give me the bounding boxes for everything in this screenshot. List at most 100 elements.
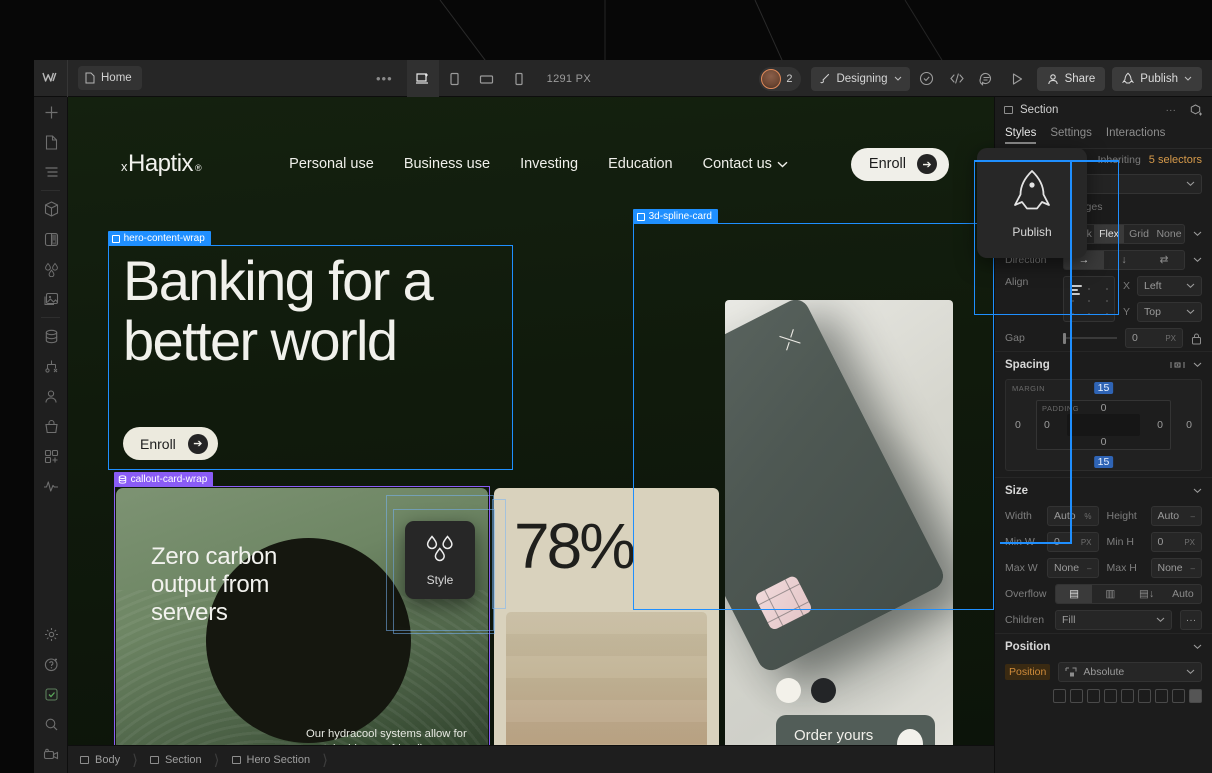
comments-icon[interactable] [974, 66, 1000, 92]
hero-enroll-button[interactable]: Enroll ➔ [123, 427, 218, 460]
tab-interactions[interactable]: Interactions [1106, 127, 1165, 144]
collaborators[interactable]: 2 [759, 66, 802, 91]
gap-input[interactable]: 0 PX [1125, 328, 1183, 348]
cms-icon[interactable] [34, 321, 68, 351]
overflow-scroll-icon[interactable]: ▤↓ [1129, 585, 1165, 603]
more-breakpoints-icon[interactable]: ••• [362, 71, 407, 86]
anchor-full-icon[interactable] [1189, 689, 1202, 703]
nav-link-business-use[interactable]: Business use [404, 156, 490, 172]
ecommerce-icon[interactable] [34, 411, 68, 441]
width-input[interactable]: Auto % [1047, 506, 1099, 526]
spacing-mode-icon[interactable] [1170, 360, 1185, 370]
max-width-input[interactable]: None – [1047, 558, 1099, 578]
create-component-icon[interactable] [1190, 104, 1203, 116]
add-elements-icon[interactable] [34, 97, 68, 127]
code-icon[interactable] [944, 66, 970, 92]
settings-icon[interactable] [34, 619, 68, 649]
position-section-header[interactable]: Position [995, 633, 1212, 659]
style-drag-ghost[interactable]: Style [405, 521, 475, 599]
anchor-bottom-left-icon[interactable] [1087, 689, 1100, 703]
overflow-segmented-control[interactable]: ▤ ▥ ▤↓ Auto [1055, 584, 1202, 604]
beige-stat-card[interactable]: 78% Approval rate for new applicants [494, 488, 719, 756]
margin-right-value[interactable]: 0 [1186, 419, 1192, 431]
tab-styles[interactable]: Styles [1005, 127, 1036, 144]
anchor-bottom-icon[interactable] [1155, 689, 1168, 703]
margin-top-value[interactable]: 15 [1093, 382, 1114, 394]
swatch-dark[interactable] [811, 678, 836, 703]
mobile-portrait-breakpoint[interactable] [503, 60, 535, 97]
display-option-grid[interactable]: Grid [1124, 225, 1154, 243]
size-section-header[interactable]: Size [995, 477, 1212, 503]
gap-slider-track[interactable] [1066, 337, 1117, 339]
nav-link-personal-use[interactable]: Personal use [289, 156, 374, 172]
components-icon[interactable] [34, 194, 68, 224]
margin-bottom-value[interactable]: 15 [1093, 456, 1114, 468]
apps-icon[interactable] [34, 441, 68, 471]
navigator-icon[interactable] [34, 157, 68, 187]
min-width-input[interactable]: 0 PX [1047, 532, 1099, 552]
chevron-down-icon[interactable] [1193, 488, 1202, 494]
design-canvas[interactable]: x Haptix ® Personal use Business use Inves… [68, 97, 994, 756]
height-input[interactable]: Auto – [1150, 506, 1202, 526]
webflow-logo-icon[interactable] [34, 60, 68, 97]
nav-link-education[interactable]: Education [608, 156, 673, 172]
mode-selector[interactable]: Designing [811, 66, 910, 91]
overflow-hidden-icon[interactable]: ▥ [1092, 585, 1128, 603]
search-icon[interactable] [34, 709, 68, 739]
anchor-right-icon[interactable] [1138, 689, 1151, 703]
anchor-top-left-icon[interactable] [1053, 689, 1066, 703]
variables-icon[interactable] [34, 254, 68, 284]
children-select[interactable]: Fill [1055, 610, 1172, 630]
spacing-control[interactable]: MARGIN 15 15 0 0 PADDING 0 0 0 0 [1005, 379, 1202, 471]
tab-settings[interactable]: Settings [1050, 127, 1092, 144]
panel-more-options-icon[interactable]: ··· [1166, 104, 1177, 116]
share-button[interactable]: Share [1036, 66, 1106, 91]
audit-check-icon[interactable] [914, 66, 940, 92]
position-select[interactable]: Absolute [1058, 662, 1202, 682]
breadcrumb-section[interactable]: Section [138, 746, 214, 773]
pages-icon[interactable] [34, 127, 68, 157]
margin-left-value[interactable]: 0 [1015, 419, 1021, 431]
swatch-light[interactable] [776, 678, 801, 703]
checklist-icon[interactable] [34, 679, 68, 709]
publish-drag-ghost[interactable]: Publish [977, 148, 1087, 258]
nav-link-investing[interactable]: Investing [520, 156, 578, 172]
chevron-down-icon[interactable] [1193, 257, 1202, 263]
align-y-select[interactable]: Top [1137, 302, 1202, 322]
direction-wrap-icon[interactable]: ⇄ [1144, 251, 1184, 269]
publish-button[interactable]: Publish [1112, 66, 1202, 91]
padding-left-value[interactable]: 0 [1044, 419, 1050, 431]
spline-card-panel[interactable]: ⤬ Order yours today → [725, 300, 953, 756]
chevron-down-icon[interactable] [1193, 231, 1202, 237]
padding-bottom-value[interactable]: 0 [1101, 436, 1107, 448]
display-option-none[interactable]: None [1154, 225, 1184, 243]
video-icon[interactable] [34, 739, 68, 769]
anchor-top-right-icon[interactable] [1070, 689, 1083, 703]
style-manager-icon[interactable] [34, 224, 68, 254]
overflow-auto-option[interactable]: Auto [1165, 585, 1201, 603]
chevron-down-icon[interactable] [1193, 362, 1202, 368]
nav-enroll-button[interactable]: Enroll ➔ [850, 147, 949, 181]
position-anchor-presets[interactable] [995, 685, 1212, 707]
lock-icon[interactable] [1191, 332, 1202, 345]
assets-icon[interactable] [34, 284, 68, 314]
min-height-input[interactable]: 0 PX [1150, 532, 1202, 552]
tablet-breakpoint[interactable] [439, 60, 471, 97]
anchor-top-icon[interactable] [1172, 689, 1185, 703]
nav-dropdown-contact-us[interactable]: Contact us [703, 156, 788, 172]
align-x-select[interactable]: Left [1137, 276, 1202, 296]
overflow-visible-icon[interactable]: ▤ [1056, 585, 1093, 603]
max-height-input[interactable]: None – [1150, 558, 1202, 578]
breadcrumb-body[interactable]: Body [68, 746, 132, 773]
desktop-breakpoint[interactable] [406, 60, 439, 97]
spacing-section-header[interactable]: Spacing [995, 351, 1212, 377]
audit-icon[interactable] [34, 471, 68, 501]
inheriting-count[interactable]: 5 selectors [1149, 154, 1202, 166]
anchor-bottom-right-icon[interactable] [1104, 689, 1117, 703]
page-selector-home[interactable]: Home [78, 66, 142, 90]
anchor-left-icon[interactable] [1121, 689, 1134, 703]
users-icon[interactable] [34, 381, 68, 411]
mobile-landscape-breakpoint[interactable] [471, 60, 503, 97]
padding-control[interactable]: PADDING 0 0 0 0 [1036, 400, 1171, 450]
children-more-button[interactable]: ··· [1180, 610, 1202, 630]
